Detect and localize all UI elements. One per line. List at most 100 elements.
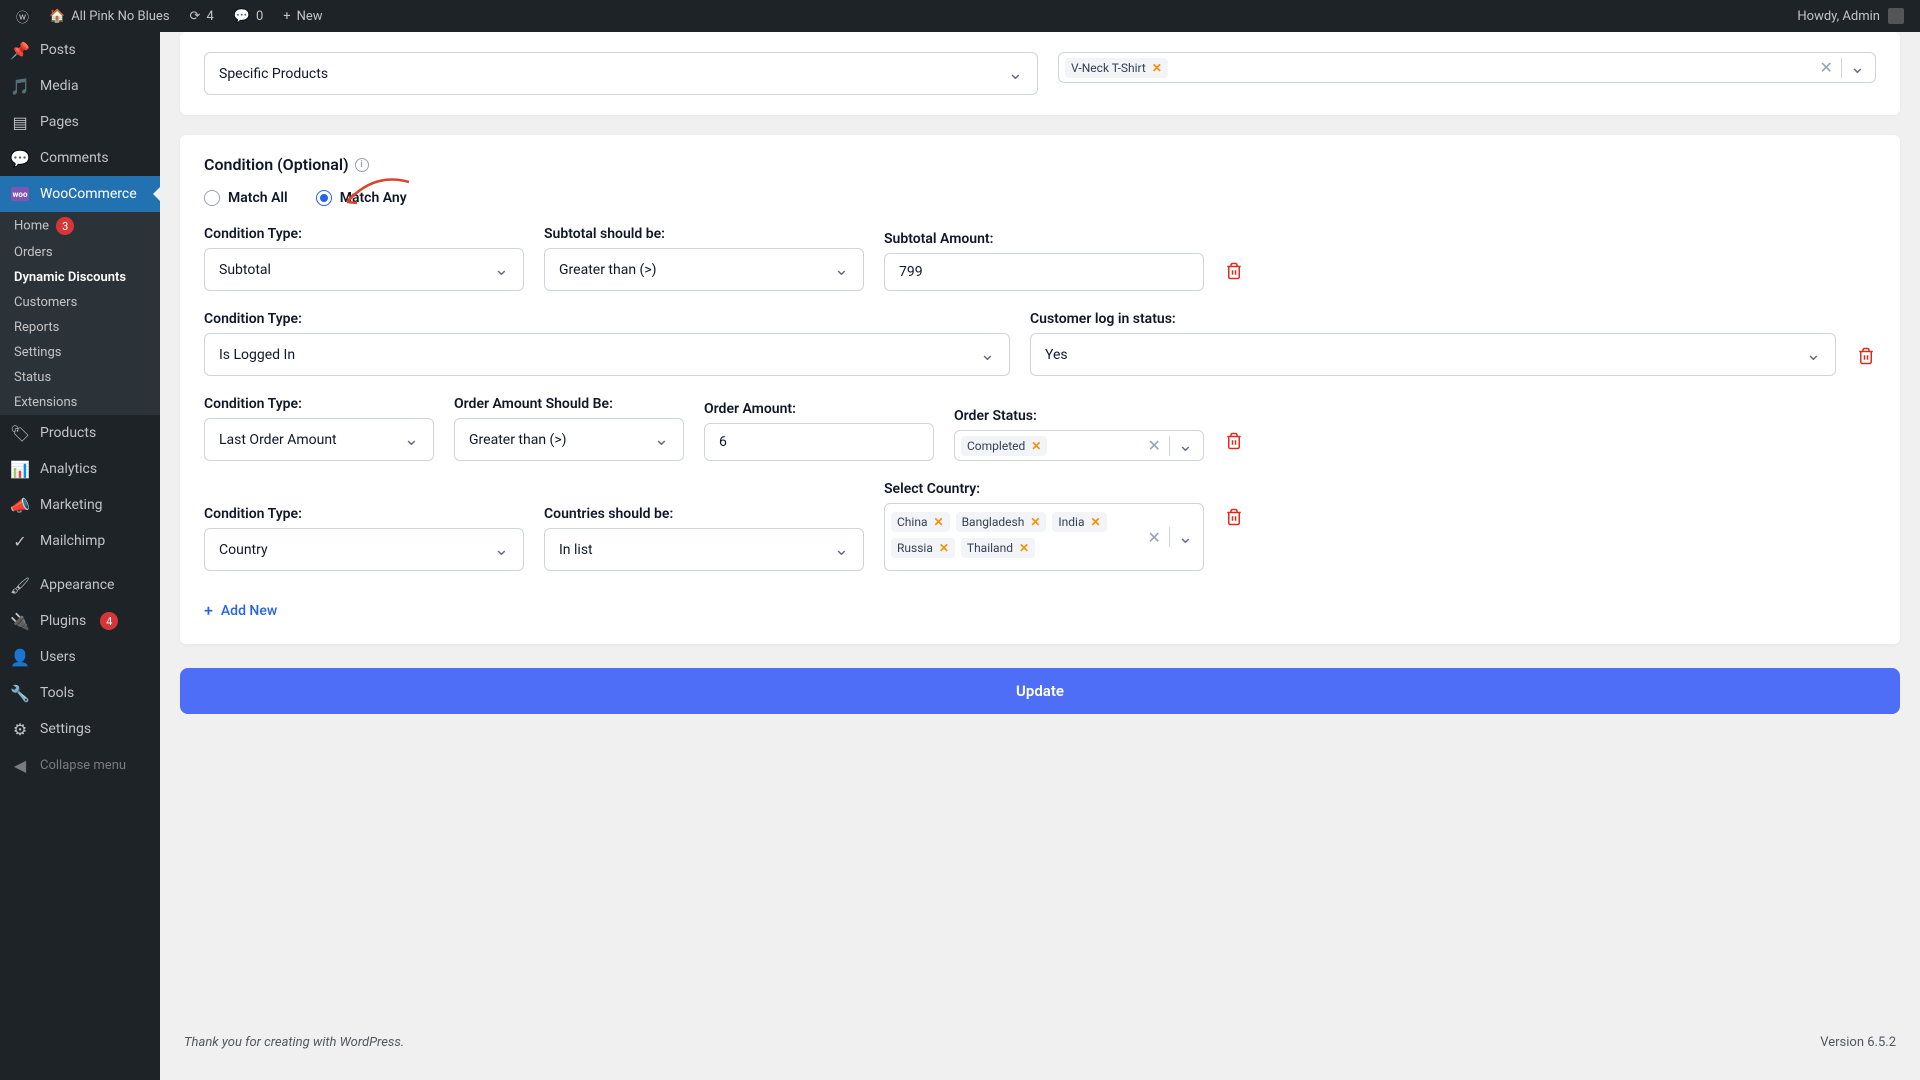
submenu-reports[interactable]: Reports — [0, 315, 160, 340]
country-tag: Thailand✕ — [961, 538, 1035, 558]
condition-row-subtotal: Condition Type: Subtotal⌄ Subtotal shoul… — [204, 226, 1876, 291]
match-any-radio[interactable]: Match Any — [316, 190, 407, 206]
update-button[interactable]: Update — [180, 668, 1900, 714]
collapse-menu[interactable]: ◀Collapse menu — [0, 747, 160, 783]
sidebar-item-tools[interactable]: 🔧 Tools — [0, 675, 160, 711]
condition-row-country: Condition Type: Country⌄ Countries shoul… — [204, 481, 1876, 571]
product-tags-select[interactable]: V-Neck T-Shirt✕ ✕ ⌄ — [1058, 52, 1876, 83]
tag-remove-icon[interactable]: ✕ — [1030, 515, 1040, 529]
country-operator-select[interactable]: In list⌄ — [544, 528, 864, 571]
submenu-dynamic-discounts[interactable]: Dynamic Discounts — [0, 265, 160, 290]
subtotal-amount-input[interactable] — [884, 253, 1204, 291]
radio-checked-icon — [316, 190, 332, 206]
delete-row-button[interactable] — [1224, 431, 1244, 451]
sidebar-item-pages[interactable]: ▤Pages — [0, 104, 160, 140]
chevron-down-icon: ⌄ — [1806, 344, 1821, 365]
sidebar-item-media[interactable]: 🎵Media — [0, 68, 160, 104]
sidebar-label-plugins: Plugins — [40, 613, 86, 629]
footer-version: Version 6.5.2 — [1820, 1035, 1896, 1050]
sidebar-item-analytics[interactable]: 📊Analytics — [0, 451, 160, 487]
tag-remove-icon[interactable]: ✕ — [1031, 439, 1041, 453]
condition-type-select[interactable]: Last Order Amount⌄ — [204, 418, 434, 461]
info-icon[interactable]: i — [355, 158, 369, 172]
sidebar-label-tools: Tools — [40, 685, 74, 701]
order-amount-operator-select[interactable]: Greater than (>)⌄ — [454, 418, 684, 461]
select-value: In list — [559, 542, 593, 558]
sidebar-item-comments[interactable]: 💬Comments — [0, 140, 160, 176]
subtotal-operator-select[interactable]: Greater than (>)⌄ — [544, 248, 864, 291]
sidebar-label-products: Products — [40, 425, 96, 441]
footer-thanks: Thank you for creating with WordPress. — [184, 1035, 404, 1050]
clear-all-icon[interactable]: ✕ — [1148, 436, 1161, 455]
chevron-down-icon[interactable]: ⌄ — [1178, 435, 1193, 456]
submenu-home[interactable]: Home 3 — [0, 212, 160, 240]
delete-row-button[interactable] — [1224, 261, 1244, 281]
sidebar-item-settings[interactable]: ⚙Settings — [0, 711, 160, 747]
collapse-label: Collapse menu — [40, 758, 126, 773]
add-new-condition[interactable]: + Add New — [204, 597, 277, 624]
wp-logo[interactable]: ⓦ — [8, 0, 37, 32]
clear-all-icon[interactable]: ✕ — [1148, 528, 1161, 547]
tag-remove-icon[interactable]: ✕ — [1152, 61, 1162, 75]
sidebar-label-mailchimp: Mailchimp — [40, 533, 105, 549]
chevron-down-icon: ⌄ — [980, 344, 995, 365]
country-tag: Bangladesh✕ — [956, 512, 1047, 532]
divider — [1841, 58, 1842, 78]
products-icon: 🏷 — [10, 423, 30, 443]
tag-remove-icon[interactable]: ✕ — [939, 541, 949, 555]
tag-remove-icon[interactable]: ✕ — [1019, 541, 1029, 555]
tag-remove-icon[interactable]: ✕ — [1090, 515, 1100, 529]
tag-label: Completed — [967, 439, 1025, 453]
sidebar-item-plugins[interactable]: 🔌Plugins 4 — [0, 603, 160, 639]
sidebar-label-pages: Pages — [40, 114, 79, 130]
clear-all-icon[interactable]: ✕ — [1820, 58, 1833, 77]
site-name-link[interactable]: 🏠 All Pink No Blues — [41, 0, 178, 32]
plus-icon: + — [283, 9, 290, 24]
submenu-settings[interactable]: Settings — [0, 340, 160, 365]
tools-icon: 🔧 — [10, 683, 30, 703]
sidebar-item-posts[interactable]: 📌Posts — [0, 32, 160, 68]
sidebar-label-comments: Comments — [40, 150, 109, 166]
avatar[interactable] — [1888, 8, 1904, 24]
match-all-label: Match All — [228, 190, 288, 206]
wordpress-icon: ⓦ — [16, 7, 29, 26]
comments-link[interactable]: 💬 0 — [226, 0, 272, 32]
sidebar-item-marketing[interactable]: 📣Marketing — [0, 487, 160, 523]
tag-remove-icon[interactable]: ✕ — [934, 515, 944, 529]
analytics-icon: 📊 — [10, 459, 30, 479]
submenu-extensions[interactable]: Extensions — [0, 390, 160, 415]
condition-type-select[interactable]: Is Logged In⌄ — [204, 333, 1010, 376]
delete-row-button[interactable] — [1856, 346, 1876, 366]
order-amount-input[interactable] — [704, 423, 934, 461]
order-status-select[interactable]: Completed ✕ ✕ ⌄ — [954, 430, 1204, 461]
field-label: Select Country: — [884, 481, 1204, 497]
login-status-select[interactable]: Yes⌄ — [1030, 333, 1836, 376]
submenu-customers[interactable]: Customers — [0, 290, 160, 315]
match-all-radio[interactable]: Match All — [204, 190, 288, 206]
field-label: Condition Type: — [204, 506, 524, 522]
field-label: Subtotal should be: — [544, 226, 864, 242]
sidebar-item-appearance[interactable]: 🖌Appearance — [0, 567, 160, 603]
howdy-text[interactable]: Howdy, Admin — [1797, 9, 1880, 24]
submenu-status[interactable]: Status — [0, 365, 160, 390]
country-select[interactable]: China✕ Bangladesh✕ India✕ Russia✕ Thaila… — [884, 503, 1204, 571]
sidebar-item-woocommerce[interactable]: wooWooCommerce — [0, 176, 160, 212]
submenu-orders[interactable]: Orders — [0, 240, 160, 265]
sidebar-item-users[interactable]: 👤Users — [0, 639, 160, 675]
new-content-link[interactable]: + New — [275, 0, 330, 32]
product-tag: V-Neck T-Shirt✕ — [1065, 58, 1168, 78]
chevron-down-icon[interactable]: ⌄ — [1850, 57, 1865, 78]
select-value: Subtotal — [219, 262, 271, 278]
trash-icon — [1225, 508, 1243, 526]
sidebar-item-products[interactable]: 🏷 Products — [0, 415, 160, 451]
sidebar-item-mailchimp[interactable]: ✓Mailchimp — [0, 523, 160, 559]
tag-label: India — [1058, 515, 1084, 529]
chevron-down-icon[interactable]: ⌄ — [1178, 527, 1193, 548]
new-label: New — [297, 9, 323, 24]
updates-link[interactable]: ⟳ 4 — [182, 0, 222, 32]
condition-type-select[interactable]: Country⌄ — [204, 528, 524, 571]
delete-row-button[interactable] — [1224, 507, 1244, 527]
chevron-down-icon: ⌄ — [1008, 63, 1023, 84]
condition-type-select[interactable]: Subtotal⌄ — [204, 248, 524, 291]
product-mode-select[interactable]: Specific Products ⌄ — [204, 52, 1038, 95]
